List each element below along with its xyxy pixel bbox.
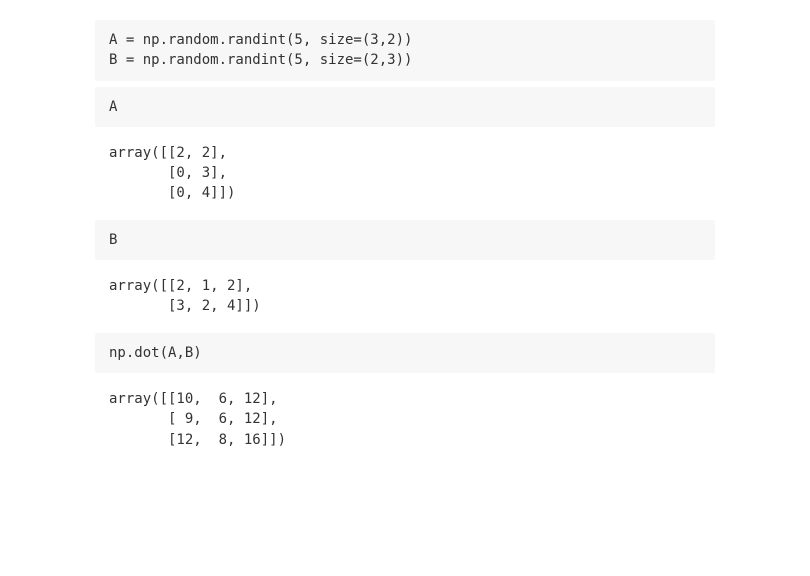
output-line: array([[2, 1, 2], xyxy=(109,276,701,296)
output-line: array([[10, 6, 12], xyxy=(109,389,701,409)
notebook-container: A = np.random.randint(5, size=(3,2)) B =… xyxy=(95,20,715,460)
code-output-cell: array([[10, 6, 12], [ 9, 6, 12], [12, 8,… xyxy=(95,379,715,460)
output-line: [0, 4]]) xyxy=(109,183,701,203)
output-line: array([[2, 2], xyxy=(109,143,701,163)
code-line: A = np.random.randint(5, size=(3,2)) xyxy=(109,30,701,50)
code-line: B xyxy=(109,230,701,250)
code-input-cell[interactable]: A = np.random.randint(5, size=(3,2)) B =… xyxy=(95,20,715,81)
output-line: [12, 8, 16]]) xyxy=(109,430,701,450)
code-output-cell: array([[2, 2], [0, 3], [0, 4]]) xyxy=(95,133,715,214)
output-line: [0, 3], xyxy=(109,163,701,183)
code-input-cell[interactable]: np.dot(A,B) xyxy=(95,333,715,373)
code-input-cell[interactable]: A xyxy=(95,87,715,127)
code-line: np.dot(A,B) xyxy=(109,343,701,363)
output-line: [3, 2, 4]]) xyxy=(109,296,701,316)
code-line: A xyxy=(109,97,701,117)
code-output-cell: array([[2, 1, 2], [3, 2, 4]]) xyxy=(95,266,715,327)
output-line: [ 9, 6, 12], xyxy=(109,409,701,429)
code-input-cell[interactable]: B xyxy=(95,220,715,260)
code-line: B = np.random.randint(5, size=(2,3)) xyxy=(109,50,701,70)
